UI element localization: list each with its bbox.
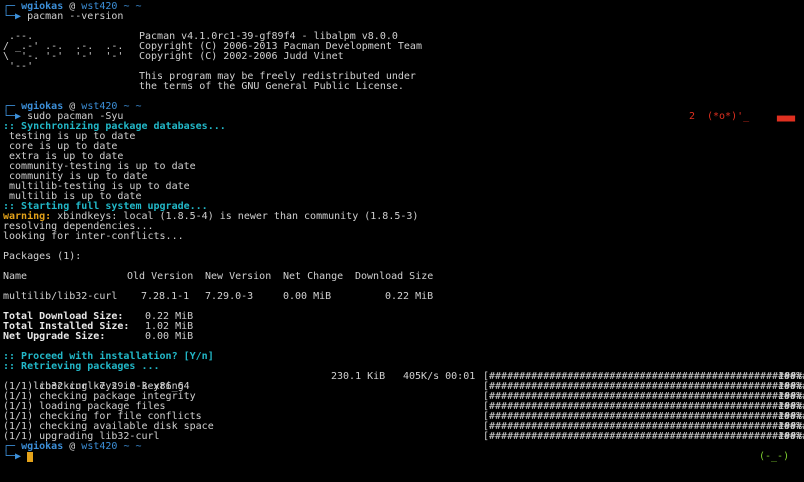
prompt-line: ┌─ wgiokas @ wst420 ~ ~ (3, 441, 142, 452)
status-block: ▄▄▄ (777, 111, 796, 122)
retrieving-header: :: Retrieving packages ... (3, 361, 160, 372)
total-installed: Total Installed Size: 1.02 MiB (3, 321, 194, 332)
table-header: Name Old Version New Version Net Change … (3, 271, 434, 282)
input-line[interactable]: └─▶ (-_-) (3, 452, 804, 462)
text-cursor (27, 452, 34, 462)
status-number: 2 (689, 111, 696, 122)
repo-status: testing is up to date (3, 131, 136, 142)
pacman-logo: .--. / _.-' .-. .-. .-. \ '-. '-' '-' '-… (3, 31, 124, 72)
terminal-window[interactable]: ┌─ wgiokas @ wst420 ~ ~ └─▶ pacman --ver… (0, 0, 804, 478)
repo-status: core is up to date (3, 141, 118, 152)
command-line: └─▶ pacman --version (3, 11, 124, 22)
version-block: .--. / _.-' .-. .-. .-. \ '-. '-' '-' '-… (3, 32, 804, 92)
table-row: multilib/lib32-curl 7.28.1-1 7.29.0-3 0.… (3, 291, 434, 302)
net-upgrade: Net Upgrade Size: 0.00 MiB (3, 331, 194, 342)
packages-count: Packages (1): (3, 251, 82, 262)
bottom-status-face: (-_-) (759, 451, 790, 462)
status-face: (*o*)'_ (707, 111, 750, 122)
command-text: pacman --version (27, 11, 124, 22)
version-info: Pacman v4.1.0rc1-39-gf89f4 - libalpm v8.… (139, 31, 422, 92)
